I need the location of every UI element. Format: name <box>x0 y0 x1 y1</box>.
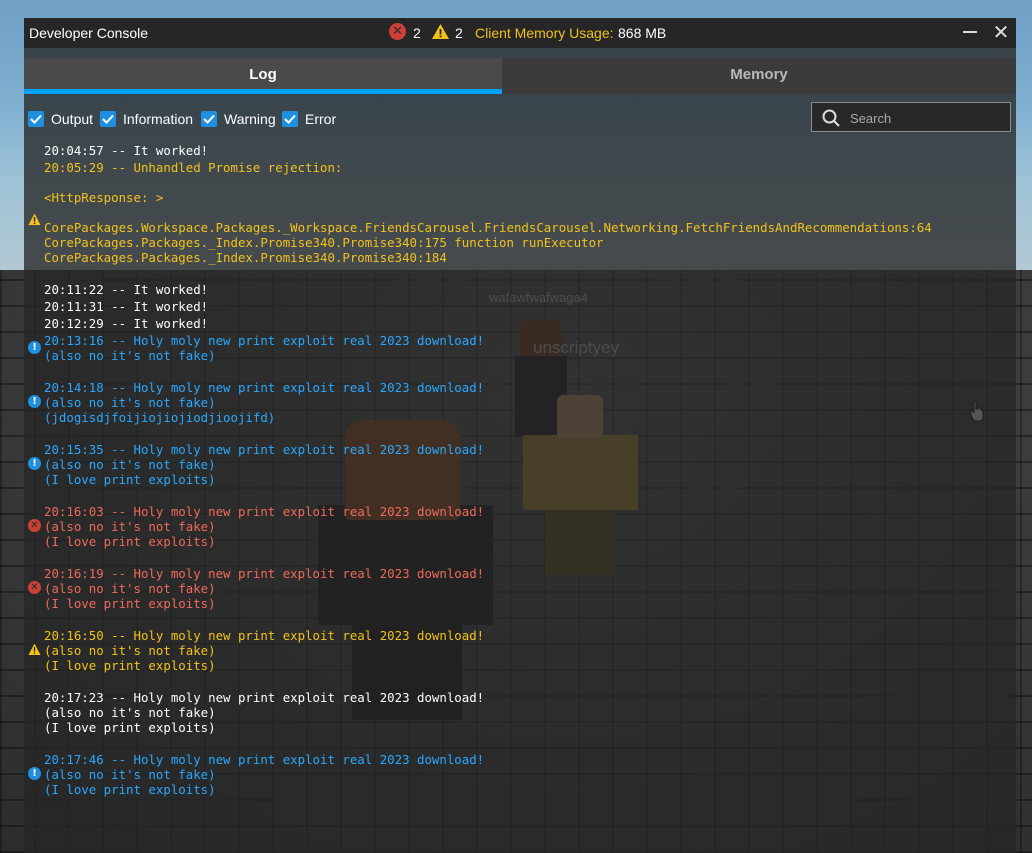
log-entry: 20:11:31 -- It worked! <box>44 299 209 314</box>
log-entry: 20:16:50 -- Holy moly new print exploit … <box>44 628 485 673</box>
search-icon <box>822 109 840 127</box>
error-count-icon: ✕ <box>389 23 406 40</box>
tab-label: Log <box>249 66 277 83</box>
log-entry: 20:15:35 -- Holy moly new print exploit … <box>44 442 485 487</box>
title-bar[interactable]: Developer Console ✕ 2 2 Client Memory Us… <box>24 18 1016 48</box>
tab-label: Memory <box>730 66 788 83</box>
info-icon: ! <box>28 395 41 408</box>
minimize-icon <box>963 31 977 33</box>
filter-label: Output <box>51 111 94 127</box>
memory-usage-value: 868 MB <box>618 25 667 41</box>
warning-icon <box>28 213 41 225</box>
info-icon: ! <box>28 341 41 354</box>
log-entry: 20:16:19 -- Holy moly new print exploit … <box>44 566 485 611</box>
log-entry: 20:05:29 -- Unhandled Promise rejection:… <box>44 160 932 265</box>
tab-memory[interactable]: Memory <box>502 58 1016 94</box>
close-button[interactable]: ✕ <box>990 21 1012 43</box>
filter-label: Warning <box>224 111 276 127</box>
log-entry: 20:16:03 -- Holy moly new print exploit … <box>44 504 485 549</box>
memory-usage-label: Client Memory Usage: <box>475 25 614 41</box>
window-title: Developer Console <box>29 25 149 41</box>
checkbox-checked-icon[interactable] <box>201 111 217 127</box>
log-entry: 20:04:57 -- It worked! <box>44 143 209 158</box>
log-entry: 20:12:29 -- It worked! <box>44 316 209 331</box>
developer-console: Developer Console ✕ 2 2 Client Memory Us… <box>24 18 1016 853</box>
error-count: 2 <box>413 25 421 41</box>
log-entry: 20:17:23 -- Holy moly new print exploit … <box>44 690 485 735</box>
warning-icon <box>28 643 41 655</box>
tab-bar: Log Memory <box>24 58 1016 94</box>
warning-count-icon <box>432 24 449 39</box>
log-entry: 20:13:16 -- Holy moly new print exploit … <box>44 333 485 363</box>
filter-warning[interactable]: Warning <box>201 108 276 130</box>
info-icon: ! <box>28 457 41 470</box>
filter-label: Information <box>123 111 194 127</box>
filter-information[interactable]: Information <box>100 108 193 130</box>
minimize-button[interactable] <box>959 21 981 43</box>
checkbox-checked-icon[interactable] <box>100 111 116 127</box>
search-box[interactable] <box>811 102 1011 132</box>
filter-label: Error <box>305 111 337 127</box>
filter-error[interactable]: Error <box>282 108 336 130</box>
error-icon: ✕ <box>28 519 41 532</box>
log-entry: 20:11:22 -- It worked! <box>44 282 209 297</box>
info-icon: ! <box>28 767 41 780</box>
warning-count: 2 <box>455 25 463 41</box>
checkbox-checked-icon[interactable] <box>28 111 44 127</box>
active-tab-indicator <box>24 89 502 94</box>
tab-log[interactable]: Log <box>24 58 502 94</box>
checkbox-checked-icon[interactable] <box>282 111 298 127</box>
log-entry: 20:14:18 -- Holy moly new print exploit … <box>44 380 485 425</box>
error-icon: ✕ <box>28 581 41 594</box>
close-icon: ✕ <box>992 20 1010 44</box>
log-entry: 20:17:46 -- Holy moly new print exploit … <box>44 752 485 797</box>
search-input[interactable] <box>848 107 1007 129</box>
filter-output[interactable]: Output <box>28 108 93 130</box>
